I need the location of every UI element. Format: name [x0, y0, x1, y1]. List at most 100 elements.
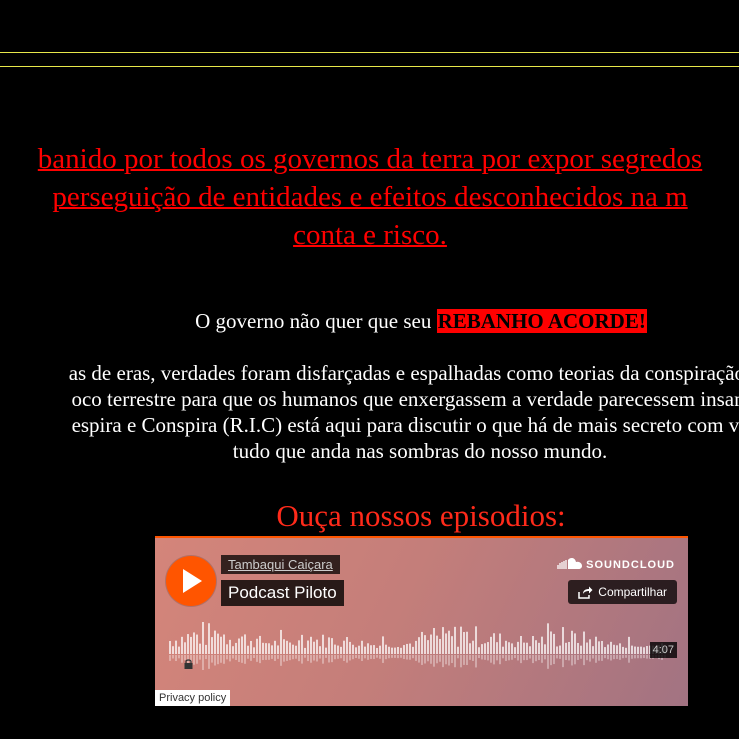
rebanho-highlight: REBANHO ACORDE! — [436, 309, 647, 333]
waveform-bar-reflection — [421, 655, 423, 665]
waveform-bar-reflection — [172, 655, 174, 659]
waveform-bar — [172, 646, 174, 654]
warning-line-3[interactable]: conta e risco. — [0, 216, 739, 254]
waveform-bar — [553, 633, 555, 654]
waveform-bar — [364, 646, 366, 654]
waveform-bar — [244, 634, 246, 654]
privacy-policy-link[interactable]: Privacy policy — [155, 690, 231, 706]
waveform-bar-reflection — [328, 655, 330, 663]
waveform-bar-reflection — [571, 655, 573, 666]
waveform-bar — [508, 642, 510, 654]
waveform[interactable] — [169, 622, 669, 670]
share-button[interactable]: Compartilhar — [568, 580, 677, 604]
soundcloud-logo[interactable]: SOUNDCLOUD — [557, 557, 675, 571]
waveform-bar — [319, 646, 321, 654]
waveform-bar-reflection — [346, 655, 348, 663]
waveform-bar-reflection — [415, 655, 417, 661]
waveform-bar-reflection — [487, 655, 489, 661]
waveform-bar — [349, 641, 351, 654]
waveform-bar — [517, 641, 519, 654]
waveform-bar — [583, 631, 585, 654]
waveform-bar — [610, 641, 612, 654]
waveform-bar-reflection — [541, 655, 543, 663]
warning-line-2[interactable]: perseguição de entidades e efeitos desco… — [0, 178, 739, 216]
waveform-bar-reflection — [277, 655, 279, 659]
waveform-bar — [604, 647, 606, 654]
track-title[interactable]: Podcast Piloto — [221, 580, 344, 606]
waveform-bar — [418, 637, 420, 654]
waveform-bar — [181, 636, 183, 654]
waveform-bar — [295, 645, 297, 654]
waveform-bar-reflection — [232, 655, 234, 659]
intro-line-4: tudo que anda nas sombras do nosso mundo… — [232, 439, 608, 463]
waveform-bar-reflection — [532, 655, 534, 664]
waveform-bar — [478, 647, 480, 654]
waveform-bar — [199, 643, 201, 654]
waveform-bar-reflection — [490, 655, 492, 663]
waveform-bar-reflection — [241, 655, 243, 663]
waveform-bar-reflection — [442, 655, 444, 668]
waveform-bar-reflection — [295, 655, 297, 659]
waveform-bar — [613, 644, 615, 654]
waveform-bar-reflection — [577, 655, 579, 660]
waveform-bar — [223, 634, 225, 654]
waveform-bar-reflection — [499, 655, 501, 665]
waveform-bar — [574, 633, 576, 654]
waveform-bar — [565, 642, 567, 654]
waveform-bar-reflection — [310, 655, 312, 663]
waveform-bar — [274, 640, 276, 654]
waveform-bar-reflection — [313, 655, 315, 661]
waveform-bar-reflection — [325, 655, 327, 658]
waveform-bar-reflection — [613, 655, 615, 660]
warning-text[interactable]: banido por todos os governos da terra po… — [0, 140, 739, 254]
waveform-bar — [487, 642, 489, 654]
waveform-bar — [292, 644, 294, 654]
waveform-bar — [535, 640, 537, 654]
waveform-bar — [505, 640, 507, 654]
waveform-bar-reflection — [409, 655, 411, 660]
waveform-bar — [571, 630, 573, 654]
waveform-bar — [601, 640, 603, 654]
waveform-bar-reflection — [502, 655, 504, 659]
waveform-bar — [259, 635, 261, 654]
waveform-bar-reflection — [280, 655, 282, 666]
waveform-bar-reflection — [364, 655, 366, 659]
warning-line-1[interactable]: banido por todos os governos da terra po… — [0, 140, 739, 178]
waveform-bar-reflection — [628, 655, 630, 663]
waveform-bar — [346, 637, 348, 654]
waveform-bar-reflection — [247, 655, 249, 659]
waveform-bar-reflection — [481, 655, 483, 660]
waveform-bar — [454, 626, 456, 654]
waveform-bar — [352, 644, 354, 654]
waveform-bar-reflection — [475, 655, 477, 668]
waveform-bar — [253, 647, 255, 654]
waveform-bar — [232, 646, 234, 654]
waveform-bar — [328, 637, 330, 654]
waveform-bar — [385, 644, 387, 654]
play-button[interactable] — [166, 556, 216, 606]
waveform-bar-reflection — [637, 655, 639, 659]
waveform-bar — [241, 636, 243, 654]
waveform-bar-reflection — [568, 655, 570, 661]
waveform-bar — [607, 644, 609, 654]
waveform-bar-reflection — [646, 655, 648, 659]
waveform-bar-reflection — [355, 655, 357, 659]
waveform-bar — [484, 643, 486, 654]
waveform-bar — [211, 637, 213, 654]
waveform-bar — [217, 633, 219, 654]
waveform-bar-reflection — [235, 655, 237, 660]
waveform-bar — [463, 632, 465, 654]
waveform-bar-reflection — [199, 655, 201, 660]
waveform-bar-reflection — [589, 655, 591, 662]
waveform-bar-reflection — [376, 655, 378, 658]
waveform-bar — [190, 636, 192, 654]
waveform-bar-reflection — [229, 655, 231, 662]
waveform-bar — [562, 627, 564, 654]
waveform-bar-reflection — [283, 655, 285, 662]
waveform-bar — [388, 646, 390, 654]
artist-link[interactable]: Tambaqui Caiçara — [221, 555, 340, 574]
waveform-bar-reflection — [406, 655, 408, 660]
waveform-bar — [586, 642, 588, 654]
waveform-bar — [559, 645, 561, 654]
waveform-bar — [202, 622, 204, 654]
